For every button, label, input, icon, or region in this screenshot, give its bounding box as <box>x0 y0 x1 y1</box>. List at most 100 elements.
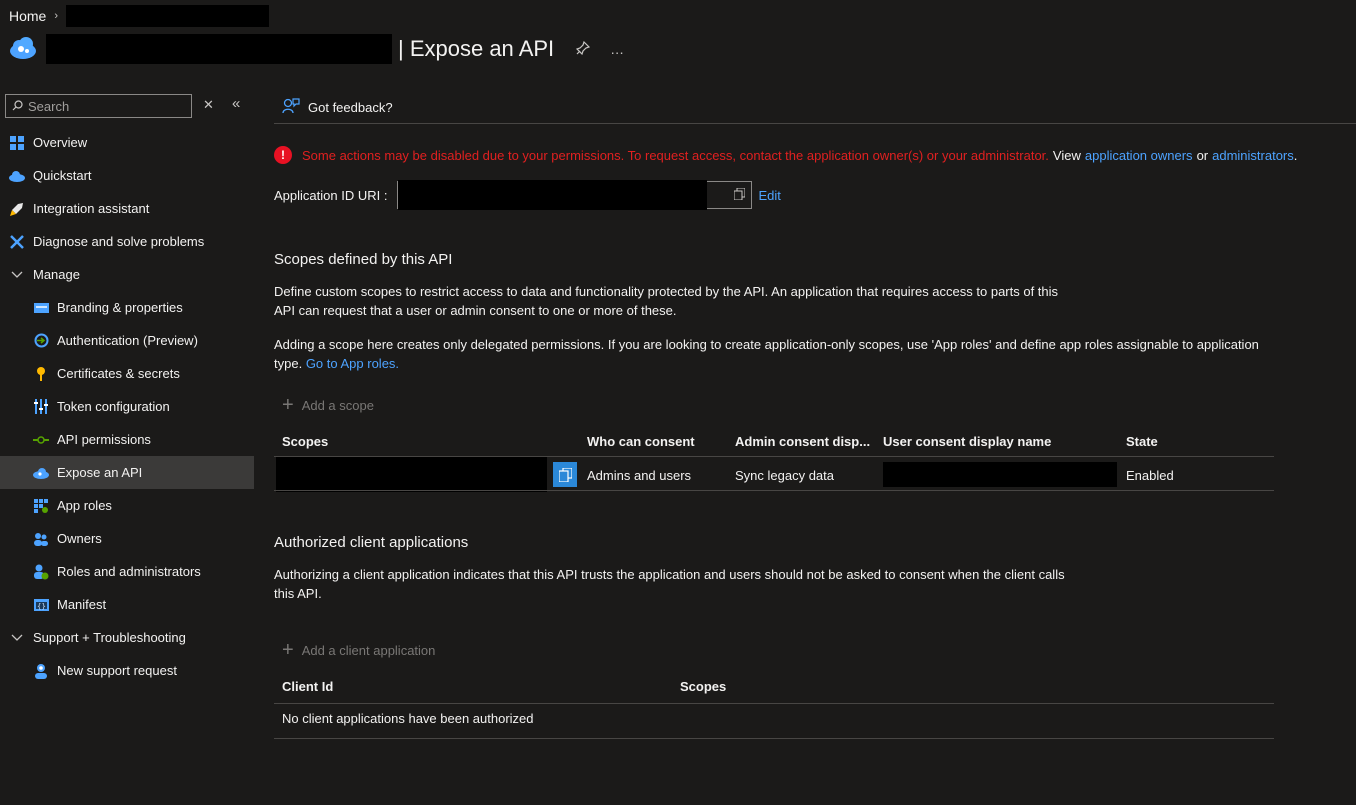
copy-icon[interactable] <box>553 462 577 487</box>
sidebar-item-branding[interactable]: Branding & properties <box>0 291 254 324</box>
support-icon <box>33 663 49 679</box>
sidebar-item-new-support-request[interactable]: New support request <box>0 654 254 687</box>
sidebar-item-label: Roles and administrators <box>57 564 201 579</box>
sidebar-item-manifest[interactable]: {} Manifest <box>0 588 254 621</box>
copy-icon[interactable] <box>733 187 746 203</box>
sidebar-item-label: Quickstart <box>33 168 92 183</box>
sidebar-item-label: Owners <box>57 531 102 546</box>
who-can-consent: Admins and users <box>587 468 692 483</box>
sidebar-group-support[interactable]: Support + Troubleshooting <box>0 621 254 654</box>
chevron-down-icon <box>9 631 25 645</box>
feedback-icon <box>282 97 300 118</box>
warning-text: Some actions may be disabled due to your… <box>302 147 1049 163</box>
svg-text:{}: {} <box>37 602 46 610</box>
sidebar-item-certificates[interactable]: Certificates & secrets <box>0 357 254 390</box>
sidebar-item-quickstart[interactable]: Quickstart <box>0 159 254 192</box>
search-placeholder: Search <box>28 98 70 114</box>
branding-icon <box>33 300 49 316</box>
wrench-icon <box>9 234 25 250</box>
warning-period: . <box>1293 147 1298 163</box>
plus-icon: + <box>282 394 294 416</box>
more-options-icon[interactable]: … <box>610 41 624 57</box>
sidebar-item-label: Diagnose and solve problems <box>33 234 205 249</box>
clients-description: Authorizing a client application indicat… <box>274 567 1065 601</box>
feedback-button[interactable]: Got feedback? <box>308 100 393 115</box>
redacted-app-name[interactable] <box>66 5 270 27</box>
permission-warning: ! Some actions may be disabled due to yo… <box>274 146 1297 164</box>
sidebar-item-owners[interactable]: Owners <box>0 522 254 555</box>
add-client-label: Add a client application <box>301 643 436 658</box>
sidebar-item-label: Integration assistant <box>33 201 150 216</box>
edit-uri-link[interactable]: Edit <box>758 188 780 203</box>
application-id-uri-row: Application ID URI : Edit <box>274 180 781 210</box>
scopes-delegated-text: Adding a scope here creates only delegat… <box>274 337 1259 371</box>
search-input[interactable]: Search <box>5 94 192 118</box>
warning-view-text: View <box>1052 147 1081 163</box>
sidebar-item-diagnose[interactable]: Diagnose and solve problems <box>0 225 254 258</box>
add-scope-label: Add a scope <box>301 398 374 413</box>
sidebar-item-integration-assistant[interactable]: Integration assistant <box>0 192 254 225</box>
sidebar-item-roles-admins[interactable]: Roles and administrators <box>0 555 254 588</box>
redacted-uri-value <box>398 180 708 210</box>
column-header: Who can consent <box>587 434 695 449</box>
plus-icon: + <box>282 639 294 661</box>
redacted-user-consent-name <box>883 462 1117 487</box>
collapse-sidebar-icon[interactable]: « <box>232 95 240 112</box>
warning-or-text: or <box>1196 147 1209 163</box>
token-icon <box>33 399 49 415</box>
redacted-title <box>46 34 392 64</box>
add-scope-button[interactable]: + Add a scope <box>274 394 374 417</box>
go-to-app-roles-link[interactable]: Go to App roles. <box>306 356 399 371</box>
sidebar-item-api-permissions[interactable]: API permissions <box>0 423 254 456</box>
clear-search-icon[interactable]: ✕ <box>203 97 214 113</box>
search-icon <box>12 99 23 114</box>
scopes-heading: Scopes defined by this API <box>274 251 453 268</box>
column-header: Admin consent disp... <box>735 434 871 449</box>
redacted-scope-name <box>276 457 547 492</box>
sidebar-item-label: Expose an API <box>57 465 143 480</box>
breadcrumb: Home › <box>9 5 270 27</box>
application-id-uri-label: Application ID URI : <box>274 187 388 203</box>
sidebar-item-label: Certificates & secrets <box>57 366 180 381</box>
sidebar-group-manage[interactable]: Manage <box>0 258 254 291</box>
breadcrumb-home[interactable]: Home <box>9 8 46 24</box>
manifest-icon: {} <box>33 597 49 613</box>
scope-state: Enabled <box>1126 468 1174 483</box>
pin-icon[interactable] <box>576 40 591 58</box>
chevron-down-icon <box>9 268 25 282</box>
sidebar-item-label: Authentication (Preview) <box>57 333 198 348</box>
breadcrumb-separator: › <box>54 10 59 22</box>
owners-icon <box>33 531 49 547</box>
application-owners-link[interactable]: application owners <box>1085 148 1193 163</box>
administrators-link[interactable]: administrators <box>1212 148 1294 163</box>
sidebar-item-token-configuration[interactable]: Token configuration <box>0 390 254 423</box>
application-id-uri-field[interactable] <box>397 180 753 210</box>
add-client-button[interactable]: + Add a client application <box>274 639 435 662</box>
scopes-delegated-note: Adding a scope here creates only delegat… <box>274 335 1274 373</box>
overview-icon <box>9 135 25 151</box>
rocket-icon <box>9 201 25 217</box>
sidebar-item-expose-an-api[interactable]: Expose an API <box>0 456 254 489</box>
error-icon: ! <box>274 146 292 164</box>
page-header: | Expose an API … <box>9 34 624 64</box>
command-bar: Got feedback? <box>274 92 1356 124</box>
roles-icon <box>33 564 49 580</box>
column-header: Scopes <box>680 679 727 694</box>
column-header: Scopes <box>282 434 329 449</box>
sidebar-item-label: New support request <box>57 663 177 678</box>
quickstart-icon <box>9 168 25 184</box>
sidebar-item-overview[interactable]: Overview <box>0 126 254 159</box>
column-header: Client Id <box>282 679 334 694</box>
sidebar-item-app-roles[interactable]: App roles <box>0 489 254 522</box>
key-icon <box>33 366 49 382</box>
auth-icon <box>33 333 49 349</box>
clients-heading: Authorized client applications <box>274 534 469 551</box>
sidebar-item-label: Token configuration <box>57 399 170 414</box>
sidebar-item-label: Manifest <box>57 597 107 612</box>
sidebar-item-label: Manage <box>33 267 80 282</box>
sidebar-item-label: Branding & properties <box>57 300 183 315</box>
app-registration-icon <box>9 36 37 63</box>
sidebar-item-label: App roles <box>57 498 112 513</box>
api-permissions-icon <box>33 432 49 448</box>
sidebar-item-authentication[interactable]: Authentication (Preview) <box>0 324 254 357</box>
